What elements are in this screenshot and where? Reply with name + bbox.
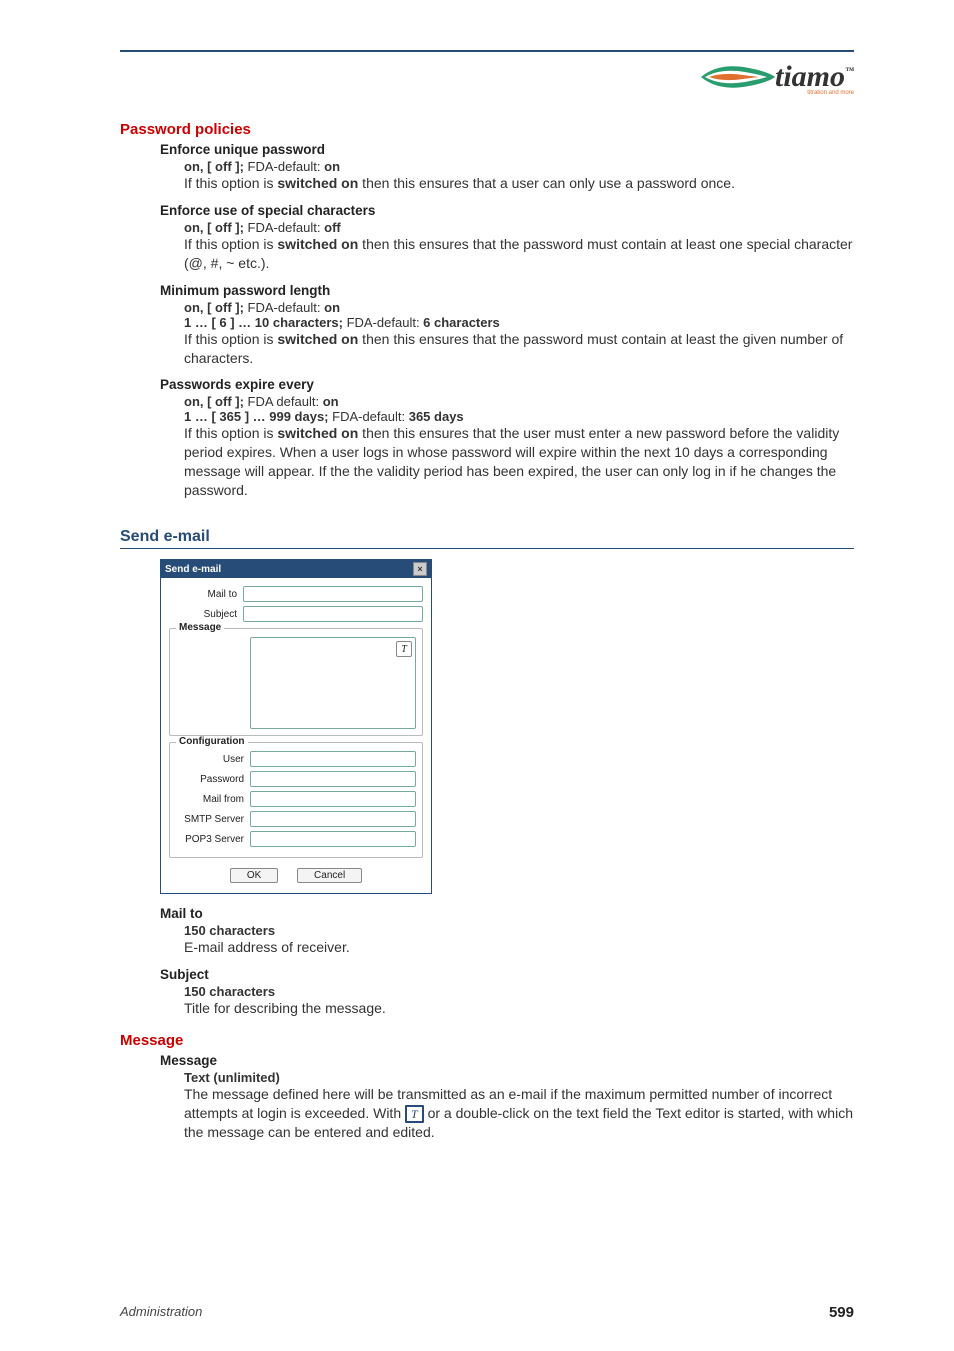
param-subject-limit: 150 characters: [184, 984, 275, 999]
close-icon[interactable]: ×: [413, 562, 427, 576]
logo-swoosh-icon: [699, 60, 779, 94]
cancel-button[interactable]: Cancel: [297, 868, 362, 883]
textarea-message[interactable]: T: [250, 637, 416, 729]
param-unique-pw-title: Enforce unique password: [160, 142, 854, 157]
input-pop3[interactable]: [250, 831, 416, 847]
input-mail-from[interactable]: [250, 791, 416, 807]
param-message-desc: The message defined here will be transmi…: [184, 1085, 854, 1142]
param-special-chars-desc: If this option is switched on then this …: [184, 235, 854, 273]
page-number: 599: [829, 1304, 854, 1321]
param-mailto-limit: 150 characters: [184, 923, 275, 938]
label-user: User: [176, 754, 250, 765]
heading-message: Message: [120, 1032, 854, 1049]
param-special-chars-default: on, [ off ]; FDA-default: off: [184, 220, 854, 235]
input-subject[interactable]: [243, 606, 423, 622]
param-unique-pw-desc: If this option is switched on then this …: [184, 174, 854, 193]
input-mail-to[interactable]: [243, 586, 423, 602]
input-password[interactable]: [250, 771, 416, 787]
input-user[interactable]: [250, 751, 416, 767]
label-mail-from: Mail from: [176, 794, 250, 805]
logo-area: tiamo™ titration and more: [120, 60, 854, 97]
param-expire-range: 1 … [ 365 ] … 999 days; FDA-default: 365…: [184, 409, 854, 424]
param-mailto-title: Mail to: [160, 906, 854, 921]
footer-section: Administration: [120, 1304, 202, 1321]
dialog-titlebar: Send e-mail ×: [161, 560, 431, 578]
param-message-limit: Text (unlimited): [184, 1070, 280, 1085]
ok-button[interactable]: OK: [230, 868, 278, 883]
send-email-dialog: Send e-mail × Mail to Subject Message T …: [160, 559, 432, 894]
param-message-title: Message: [160, 1053, 854, 1068]
fieldset-message: Message T: [169, 628, 423, 736]
logo-text: tiamo™: [775, 60, 854, 93]
label-subject: Subject: [169, 609, 243, 620]
param-subject-desc: Title for describing the message.: [184, 999, 854, 1018]
legend-configuration: Configuration: [176, 736, 248, 747]
param-min-length-default: on, [ off ]; FDA-default: on: [184, 300, 854, 315]
param-mailto-desc: E-mail address of receiver.: [184, 938, 854, 957]
text-editor-icon[interactable]: T: [396, 641, 412, 657]
param-special-chars-title: Enforce use of special characters: [160, 203, 854, 218]
dialog-title-text: Send e-mail: [165, 564, 221, 575]
label-password: Password: [176, 774, 250, 785]
text-editor-inline-icon: T: [405, 1105, 424, 1123]
param-min-length-range: 1 … [ 6 ] … 10 characters; FDA-default: …: [184, 315, 854, 330]
legend-message: Message: [176, 622, 224, 633]
input-smtp[interactable]: [250, 811, 416, 827]
label-pop3: POP3 Server: [176, 834, 250, 845]
fieldset-configuration: Configuration User Password Mail from SM…: [169, 742, 423, 858]
param-expire-title: Passwords expire every: [160, 377, 854, 392]
heading-send-email: Send e-mail: [120, 528, 854, 549]
param-min-length-desc: If this option is switched on then this …: [184, 330, 854, 368]
heading-password-policies: Password policies: [120, 121, 854, 138]
param-min-length-title: Minimum password length: [160, 283, 854, 298]
label-smtp: SMTP Server: [176, 814, 250, 825]
label-mail-to: Mail to: [169, 589, 243, 600]
param-subject-title: Subject: [160, 967, 854, 982]
param-expire-default: on, [ off ]; FDA default: on: [184, 394, 854, 409]
param-unique-pw-default: on, [ off ]; FDA-default: on: [184, 159, 854, 174]
param-expire-desc: If this option is switched on then this …: [184, 424, 854, 500]
